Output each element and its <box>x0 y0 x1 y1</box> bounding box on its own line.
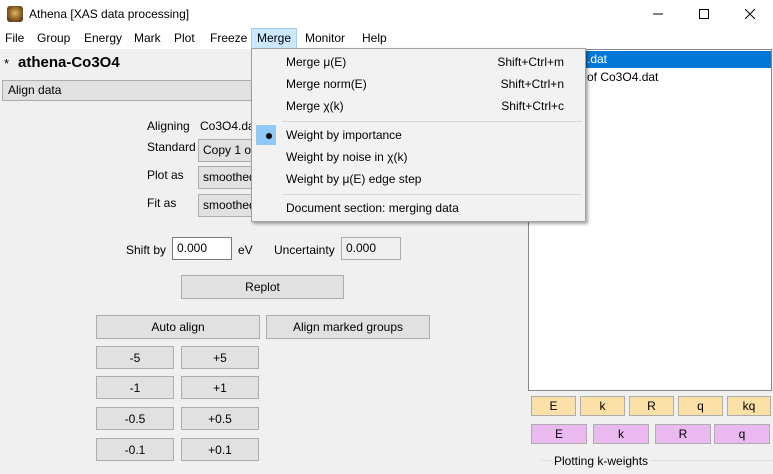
merge-norm-shortcut: Shift+Ctrl+n <box>500 77 564 91</box>
merge-mu-shortcut: Shift+Ctrl+m <box>497 55 564 69</box>
modified-marker: * <box>4 56 10 71</box>
menu-group[interactable]: Group <box>37 28 70 49</box>
document-merging-label: Document section: merging data <box>286 201 459 215</box>
plot-marked-r-button[interactable]: R <box>655 424 711 444</box>
aligning-value: Co3O4.dat <box>200 119 252 133</box>
shift-minus-5-button[interactable]: -5 <box>96 346 174 369</box>
menu-file[interactable]: File <box>5 28 24 49</box>
radio-bullet-icon <box>266 133 272 139</box>
menu-energy[interactable]: Energy <box>84 28 122 49</box>
weight-noise-label: Weight by noise in χ(k) <box>286 150 408 164</box>
weight-edge-step-label: Weight by μ(E) edge step <box>286 172 422 186</box>
merge-chi-label: Merge χ(k) <box>286 99 344 113</box>
close-button[interactable] <box>727 0 773 28</box>
merge-norm-item[interactable]: Merge norm(E) Shift+Ctrl+n <box>253 73 584 95</box>
tool-select[interactable]: Align data <box>2 80 264 101</box>
menu-merge[interactable]: Merge <box>251 28 298 49</box>
plot-marked-e-button[interactable]: E <box>531 424 587 444</box>
document-merging-item[interactable]: Document section: merging data <box>253 197 584 219</box>
weight-importance-label: Weight by importance <box>286 128 402 142</box>
menu-help[interactable]: Help <box>362 28 387 49</box>
menu-monitor[interactable]: Monitor <box>305 28 345 49</box>
fit-as-select[interactable]: smoothed derivative <box>198 194 258 217</box>
plot-marked-q-button[interactable]: q <box>714 424 770 444</box>
plot-k-button[interactable]: k <box>580 396 625 416</box>
aligning-label: Aligning <box>147 119 190 133</box>
merge-chi-item[interactable]: Merge χ(k) Shift+Ctrl+c <box>253 95 584 117</box>
maximize-button[interactable] <box>681 0 727 28</box>
plot-marked-k-button[interactable]: k <box>593 424 649 444</box>
plot-as-label: Plot as <box>147 168 184 182</box>
align-marked-button[interactable]: Align marked groups <box>266 315 430 339</box>
athena-app-icon <box>7 6 23 22</box>
standard-select[interactable]: Copy 1 of Co3O4.dat <box>198 139 258 162</box>
shift-plus-0.1-button[interactable]: +0.1 <box>181 438 259 461</box>
replot-button[interactable]: Replot <box>181 275 344 299</box>
shift-by-input[interactable]: 0.000 <box>172 237 232 260</box>
menu-freeze[interactable]: Freeze <box>210 28 247 49</box>
standard-label: Standard <box>147 140 196 154</box>
shift-plus-0.5-button[interactable]: +0.5 <box>181 407 259 430</box>
group-name: athena-Co3O4 <box>18 54 120 71</box>
merge-dropdown-menu: Merge μ(E) Shift+Ctrl+m Merge norm(E) Sh… <box>251 48 586 222</box>
shift-unit: eV <box>238 243 253 257</box>
minimize-button[interactable] <box>635 0 681 28</box>
plot-r-button[interactable]: R <box>629 396 674 416</box>
shift-plus-1-button[interactable]: +1 <box>181 376 259 399</box>
merge-mu-label: Merge μ(E) <box>286 55 347 69</box>
shift-minus-1-button[interactable]: -1 <box>96 376 174 399</box>
plot-kq-button[interactable]: kq <box>727 396 771 416</box>
merge-chi-shortcut: Shift+Ctrl+c <box>501 99 564 113</box>
menu-separator <box>282 194 582 195</box>
radio-check-indicator <box>256 125 276 145</box>
menu-plot[interactable]: Plot <box>174 28 195 49</box>
maximize-icon <box>699 9 709 19</box>
plot-e-button[interactable]: E <box>531 396 576 416</box>
fit-as-label: Fit as <box>147 196 177 210</box>
merge-norm-label: Merge norm(E) <box>286 77 367 91</box>
plot-as-select[interactable]: smoothed derivative <box>198 166 258 189</box>
window-title: Athena [XAS data processing] <box>29 7 190 21</box>
minimize-icon <box>653 13 663 15</box>
shift-minus-0.5-button[interactable]: -0.5 <box>96 407 174 430</box>
plot-q-button[interactable]: q <box>678 396 723 416</box>
merge-mu-item[interactable]: Merge μ(E) Shift+Ctrl+m <box>253 51 584 73</box>
shift-plus-5-button[interactable]: +5 <box>181 346 259 369</box>
close-icon <box>745 9 755 19</box>
menu-mark[interactable]: Mark <box>134 28 161 49</box>
weight-edge-step-item[interactable]: Weight by μ(E) edge step <box>253 168 584 190</box>
weight-importance-item[interactable]: Weight by importance <box>253 124 584 146</box>
shift-minus-0.1-button[interactable]: -0.1 <box>96 438 174 461</box>
uncertainty-label: Uncertainty <box>274 243 335 257</box>
weight-noise-item[interactable]: Weight by noise in χ(k) <box>253 146 584 168</box>
uncertainty-field: 0.000 <box>341 237 401 260</box>
menu-separator <box>282 121 582 122</box>
auto-align-button[interactable]: Auto align <box>96 315 260 339</box>
kweights-label: Plotting k-weights <box>552 454 651 468</box>
shift-by-label: Shift by <box>126 243 167 257</box>
